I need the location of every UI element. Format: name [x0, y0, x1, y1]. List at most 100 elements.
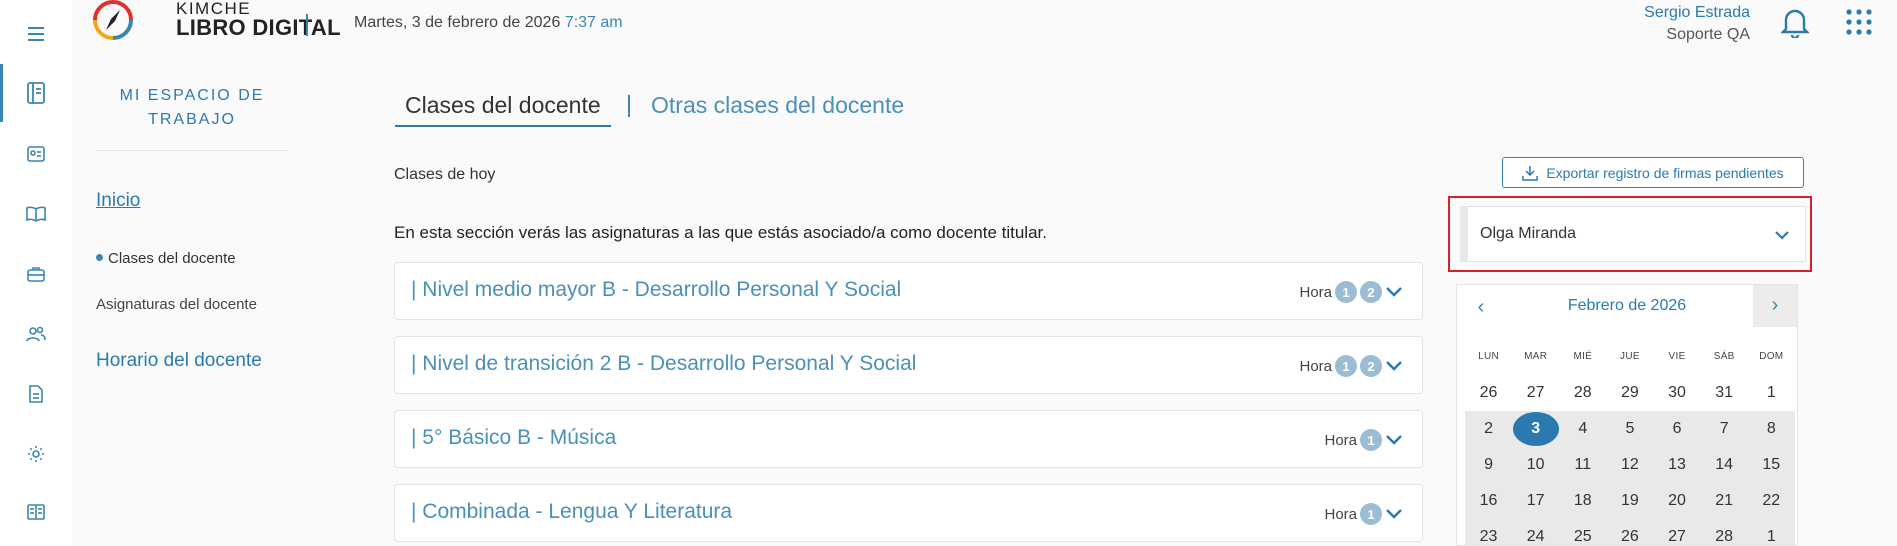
calendar-days: 26 27 28 29 30 31 1 2 3 4 5 6 7 8 9 10 11 12 13 14 15 16 17 18 1… [1465, 375, 1795, 545]
section-description: En esta sección verás las asignaturas a … [394, 223, 1047, 242]
calendar-day[interactable]: 7 [1700, 411, 1748, 447]
calendar-day[interactable]: 28 [1700, 519, 1748, 545]
menu-icon[interactable] [22, 20, 50, 48]
weekday-label: JUE [1620, 351, 1640, 362]
hora-label: Hora [1324, 505, 1357, 523]
calendar-day[interactable]: 19 [1606, 483, 1654, 519]
export-label: Exportar registro de firmas pendientes [1546, 164, 1784, 181]
tab-clases-docente[interactable]: Clases del docente [395, 92, 611, 127]
calendar-day[interactable]: 24 [1512, 519, 1560, 545]
weekday-label: LUN [1478, 351, 1500, 362]
calendar-day[interactable]: 11 [1559, 447, 1607, 483]
calendar-day[interactable]: 23 [1465, 519, 1513, 545]
weekday-label: MIÉ [1573, 351, 1593, 362]
calendar-day[interactable]: 8 [1747, 411, 1795, 447]
weekday-label: VIE [1668, 351, 1686, 362]
user-info[interactable]: Sergio Estrada Soporte QA [1644, 2, 1750, 46]
today-label: Clases de hoy [394, 166, 496, 183]
date-text: Martes, 3 de febrero de 2026 [354, 14, 561, 31]
brand-divider [306, 14, 308, 36]
left-rail [0, 0, 72, 546]
gear-icon[interactable] [22, 440, 50, 468]
class-title: | Nivel medio mayor B - Desarrollo Perso… [411, 278, 902, 301]
sidebar-item-inicio[interactable]: Inicio [96, 190, 140, 212]
hour-badge: 1 [1335, 355, 1357, 377]
export-button[interactable]: Exportar registro de firmas pendientes [1502, 157, 1804, 188]
hour-badge: 2 [1360, 281, 1382, 303]
calendar-day[interactable]: 26 [1465, 375, 1512, 411]
reader-icon[interactable] [22, 498, 50, 526]
teacher-select[interactable]: Olga Miranda [1460, 206, 1806, 262]
chevron-down-icon[interactable] [1386, 411, 1422, 469]
calendar-day[interactable]: 27 [1653, 519, 1701, 545]
calendar-day[interactable]: 5 [1606, 411, 1654, 447]
open-book-icon[interactable] [22, 200, 50, 228]
weekday-label: MAR [1524, 351, 1548, 362]
calendar-day[interactable]: 15 [1747, 447, 1795, 483]
calendar-day[interactable]: 1 [1748, 375, 1795, 411]
user-role: Soporte QA [1666, 26, 1750, 43]
class-title: | 5° Básico B - Música [411, 426, 617, 449]
calendar: ‹ Febrero de 2026 › LUN MAR MIÉ JUE VIE SÁB DO… [1456, 284, 1798, 546]
document-icon[interactable] [22, 380, 50, 408]
id-card-icon[interactable] [22, 140, 50, 168]
calendar-day[interactable]: 12 [1606, 447, 1654, 483]
class-accordion[interactable]: | Combinada - Lengua Y Literatura Hora 1 [394, 484, 1423, 542]
apps-grid-icon[interactable] [1846, 9, 1872, 40]
calendar-day[interactable]: 18 [1559, 483, 1607, 519]
calendar-day[interactable]: 2 [1465, 411, 1513, 447]
hour-badge: 1 [1360, 503, 1382, 525]
kimche-logo-icon[interactable] [90, 0, 136, 44]
class-hours: Hora 1 2 [1299, 281, 1382, 303]
calendar-day[interactable]: 20 [1653, 483, 1701, 519]
calendar-day[interactable]: 28 [1559, 375, 1606, 411]
sidebar-item-clases-docente[interactable]: Clases del docente [96, 250, 236, 267]
calendar-day[interactable]: 17 [1512, 483, 1560, 519]
calendar-day[interactable]: 25 [1559, 519, 1607, 545]
hour-badge: 1 [1360, 429, 1382, 451]
calendar-day[interactable]: 30 [1654, 375, 1701, 411]
hour-badge: 2 [1360, 355, 1382, 377]
sidebar-item-label: Clases del docente [108, 250, 236, 267]
class-accordion[interactable]: | Nivel medio mayor B - Desarrollo Perso… [394, 262, 1423, 320]
calendar-day[interactable]: 16 [1465, 483, 1513, 519]
tab-otras-clases[interactable]: Otras clases del docente [651, 92, 904, 119]
calendar-day[interactable]: 14 [1700, 447, 1748, 483]
tab-divider [628, 95, 630, 117]
calendar-day[interactable]: 22 [1747, 483, 1795, 519]
teacher-select-value: Olga Miranda [1480, 225, 1577, 242]
class-hours: Hora 1 [1324, 503, 1382, 525]
hora-label: Hora [1324, 431, 1357, 449]
calendar-day[interactable]: 13 [1653, 447, 1701, 483]
calendar-day[interactable]: 4 [1559, 411, 1607, 447]
briefcase-icon[interactable] [22, 260, 50, 288]
calendar-day[interactable]: 31 [1701, 375, 1748, 411]
workspace-sidebar: MI ESPACIO DE TRABAJO [96, 84, 288, 151]
calendar-day[interactable]: 6 [1653, 411, 1701, 447]
calendar-day[interactable]: 3 [1512, 411, 1560, 447]
calendar-day[interactable]: 26 [1606, 519, 1654, 545]
active-dot [96, 253, 103, 261]
user-name: Sergio Estrada [1644, 4, 1750, 21]
current-time: 7:37 am [564, 14, 623, 31]
hora-label: Hora [1299, 357, 1332, 375]
calendar-next-button[interactable]: › [1753, 285, 1797, 327]
chevron-down-icon[interactable] [1386, 337, 1422, 395]
class-accordion[interactable]: | 5° Básico B - Música Hora 1 [394, 410, 1423, 468]
chevron-down-icon[interactable] [1386, 485, 1422, 543]
weekday-label: DOM [1759, 351, 1784, 362]
calendar-day[interactable]: 1 [1747, 519, 1795, 545]
calendar-day[interactable]: 9 [1465, 447, 1513, 483]
bell-icon[interactable] [1780, 6, 1810, 43]
class-accordion[interactable]: | Nivel de transición 2 B - Desarrollo P… [394, 336, 1423, 394]
current-date: Martes, 3 de febrero de 2026 7:37 am [354, 14, 623, 32]
book-icon[interactable] [22, 79, 50, 107]
calendar-day[interactable]: 27 [1512, 375, 1559, 411]
sidebar-item-horario[interactable]: Horario del docente [96, 350, 262, 372]
calendar-day[interactable]: 29 [1606, 375, 1653, 411]
calendar-day[interactable]: 10 [1512, 447, 1560, 483]
calendar-day[interactable]: 21 [1700, 483, 1748, 519]
users-icon[interactable] [22, 320, 50, 348]
chevron-down-icon[interactable] [1386, 263, 1422, 321]
sidebar-item-asignaturas[interactable]: Asignaturas del docente [96, 296, 257, 313]
